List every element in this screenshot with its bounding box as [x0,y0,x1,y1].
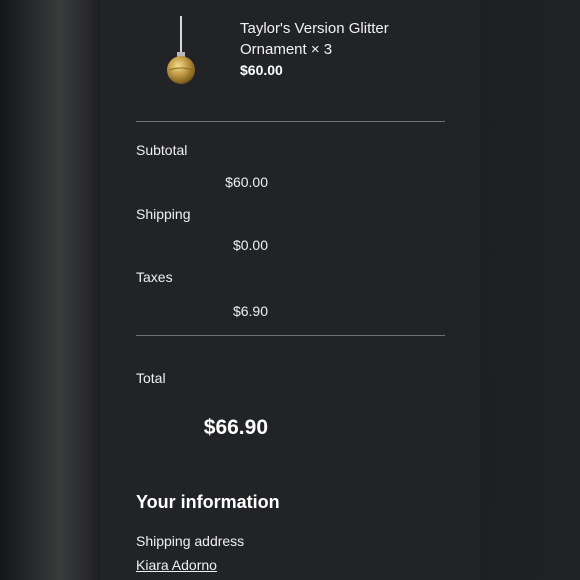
subtotal-value: $60.00 [225,174,268,190]
total-value: $66.90 [203,416,268,439]
taxes-label: Taxes [136,269,173,285]
divider-bottom [136,335,445,336]
shipping-label: Shipping [136,206,191,222]
background-left [0,0,100,580]
background-right [480,0,580,580]
taxes-value: $6.90 [232,303,268,319]
product-price: $60.00 [240,62,283,78]
shipping-value: $0.00 [232,237,268,253]
subtotal-label: Subtotal [136,142,188,158]
product-title: Taylor's Version Glitter Ornament × 3 [240,20,389,58]
your-information-heading: Your information [136,492,280,512]
divider-top [136,121,445,122]
customer-name-link[interactable]: Kiara Adorno [136,557,217,573]
shipping-address-label: Shipping address [136,533,245,549]
product-thumbnail [167,16,195,84]
total-label: Total [136,370,166,386]
